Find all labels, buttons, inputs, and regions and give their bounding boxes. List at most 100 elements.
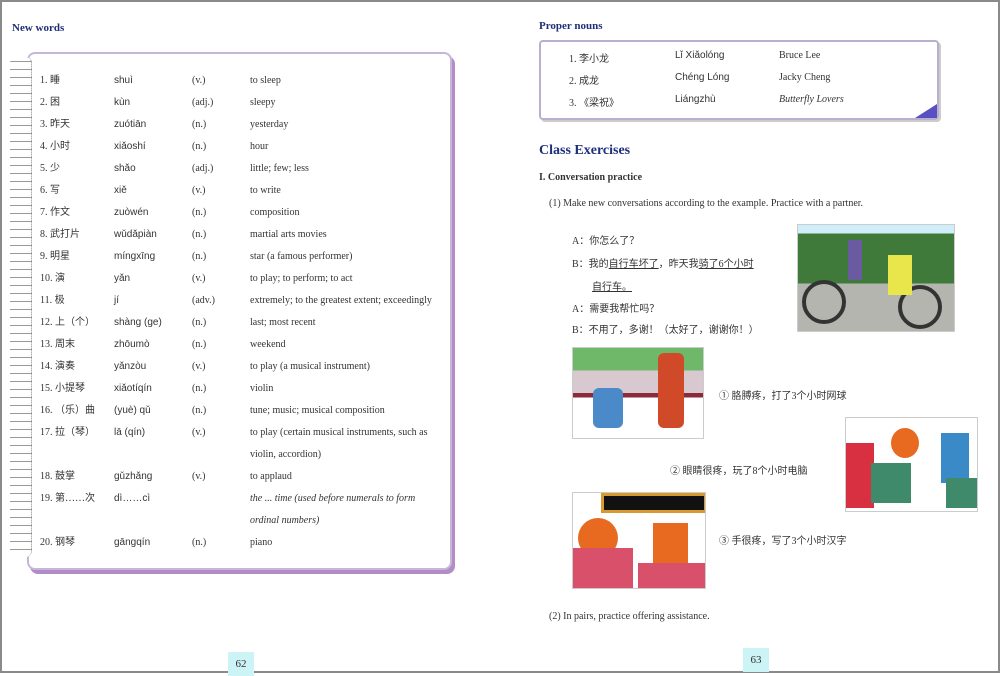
word-hanzi: 6. 写 — [40, 185, 60, 196]
word-hanzi: 14. 演奏 — [40, 361, 75, 372]
word-part-of-speech: (v.) — [192, 273, 206, 284]
proper-noun-hanzi: 1. 李小龙 — [569, 54, 609, 65]
vocabulary-row: 13. 周末 zhōumò (n.) weekend — [40, 334, 440, 356]
word-part-of-speech: (adj.) — [192, 97, 214, 108]
word-hanzi: 16. （乐）曲 — [40, 405, 95, 416]
word-meaning: hour — [250, 141, 269, 152]
word-pinyin: kùn — [114, 97, 131, 108]
word-part-of-speech: (adj.) — [192, 163, 214, 174]
vocabulary-row: 14. 演奏 yǎnzòu (v.) to play (a musical instr… — [40, 356, 440, 378]
vocabulary-row: 2. 困 kùn (adj.) sleepy — [40, 92, 440, 114]
illustration-tennis — [572, 347, 704, 439]
word-meaning: star (a famous performer) — [250, 251, 353, 262]
proper-noun-hanzi: 3. 《梁祝》 — [569, 98, 619, 109]
vocabulary-row: 12. 上（个） shàng (ge) (n.) last; most recent — [40, 312, 440, 334]
word-part-of-speech: (n.) — [192, 229, 207, 240]
word-meaning: extremely; to the greatest extent; excee… — [250, 295, 432, 306]
vocabulary-row: 20. 钢琴 gāngqín (n.) piano — [40, 532, 440, 554]
word-hanzi: 9. 明星 — [40, 251, 70, 262]
prompt-1: ① 胳膊疼，打了3个小时网球 — [719, 391, 847, 402]
word-hanzi: 13. 周末 — [40, 339, 75, 350]
dialogue-line: 自行车。 — [592, 282, 632, 293]
word-pinyin: xiǎotíqín — [114, 383, 152, 394]
word-part-of-speech: (v.) — [192, 75, 206, 86]
word-hanzi: 1. 睡 — [40, 75, 60, 86]
page-number-left: 62 — [228, 652, 254, 676]
vocabulary-row: 5. 少 shǎo (adj.) little; few; less — [40, 158, 440, 180]
word-pinyin: míngxīng — [114, 251, 156, 262]
new-words-heading: New words — [12, 22, 65, 34]
proper-noun-pinyin: Lǐ Xiǎolóng — [675, 50, 725, 61]
word-pinyin: gǔzhǎng — [114, 471, 153, 482]
dialogue-line: B：不用了，多谢！（太好了，谢谢你！） — [572, 325, 759, 336]
word-hanzi: 2. 困 — [40, 97, 60, 108]
illustration-bicycles — [797, 224, 955, 332]
vocabulary-row: 11. 极 jí (adv.) extremely; to the greatest … — [40, 290, 440, 312]
word-hanzi: 4. 小时 — [40, 141, 70, 152]
vocabulary-row: 19. 第……次 dì……cì the ... time (used before … — [40, 488, 440, 526]
word-meaning: tune; music; musical composition — [250, 405, 385, 416]
word-part-of-speech: (n.) — [192, 251, 207, 262]
word-hanzi: 15. 小提琴 — [40, 383, 85, 394]
word-meaning: the ... time (used before numerals to fo… — [250, 493, 416, 526]
word-part-of-speech: (v.) — [192, 427, 206, 438]
word-hanzi: 17. 拉（琴） — [40, 427, 95, 438]
word-meaning: to play; to perform; to act — [250, 273, 353, 284]
vocabulary-row: 1. 睡 shuì (v.) to sleep — [40, 70, 440, 92]
vocabulary-row: 17. 拉（琴） lā (qín) (v.) to play (certain mus… — [40, 422, 440, 460]
word-part-of-speech: (adv.) — [192, 295, 215, 306]
proper-noun-english: Bruce Lee — [779, 50, 821, 61]
class-exercises-heading: Class Exercises — [539, 143, 631, 158]
proper-noun-english: Jacky Cheng — [779, 72, 831, 83]
vocabulary-row: 10. 演 yǎn (v.) to play; to perform; to act — [40, 268, 440, 290]
word-part-of-speech: (v.) — [192, 361, 206, 372]
word-meaning: sleepy — [250, 97, 276, 108]
word-hanzi: 8. 武打片 — [40, 229, 80, 240]
word-meaning: piano — [250, 537, 273, 548]
word-part-of-speech: (n.) — [192, 537, 207, 548]
word-pinyin: gāngqín — [114, 537, 151, 548]
proper-noun-pinyin: Liángzhù — [675, 94, 716, 105]
word-pinyin: yǎnzòu — [114, 361, 147, 372]
vocabulary-row: 6. 写 xiě (v.) to write — [40, 180, 440, 202]
vocabulary-row: 4. 小时 xiǎoshí (n.) hour — [40, 136, 440, 158]
vocabulary-row: 7. 作文 zuòwén (n.) composition — [40, 202, 440, 224]
dialogue-line: B：我的自行车坏了，昨天我骑了6个小时 — [572, 259, 754, 270]
word-hanzi: 10. 演 — [40, 273, 65, 284]
word-meaning: to sleep — [250, 75, 281, 86]
word-pinyin: xiě — [114, 185, 127, 196]
word-meaning: violin — [250, 383, 274, 394]
word-pinyin: shuì — [114, 75, 133, 86]
word-part-of-speech: (n.) — [192, 339, 207, 350]
proper-nouns-heading: Proper nouns — [539, 20, 603, 32]
instruction-2: (2) In pairs, practice offering assistan… — [549, 611, 710, 622]
word-meaning: to play (a musical instrument) — [250, 361, 370, 372]
spiral-binding — [10, 57, 32, 557]
word-part-of-speech: (n.) — [192, 207, 207, 218]
word-meaning: to write — [250, 185, 281, 196]
illustration-computer — [845, 417, 978, 512]
word-hanzi: 7. 作文 — [40, 207, 70, 218]
word-part-of-speech: (n.) — [192, 317, 207, 328]
word-meaning: little; few; less — [250, 163, 309, 174]
proper-nouns-box: 1. 李小龙 Lǐ Xiǎolóng Bruce Lee 2. 成龙 Chéng Lón… — [539, 40, 939, 120]
proper-noun-hanzi: 2. 成龙 — [569, 76, 599, 87]
word-hanzi: 11. 极 — [40, 295, 65, 306]
word-pinyin: zhōumò — [114, 339, 150, 350]
word-part-of-speech: (n.) — [192, 141, 207, 152]
word-pinyin: zuòwén — [114, 207, 149, 218]
proper-noun-pinyin: Chéng Lóng — [675, 72, 730, 83]
prompt-2: ② 眼睛很疼，玩了8个小时电脑 — [670, 466, 808, 477]
word-hanzi: 3. 昨天 — [40, 119, 70, 130]
word-hanzi: 20. 钢琴 — [40, 537, 75, 548]
instruction-1: (1) Make new conversations according to … — [549, 198, 864, 209]
word-hanzi: 19. 第……次 — [40, 493, 95, 504]
dialogue-line: A：需要我帮忙吗？ — [572, 304, 660, 315]
word-pinyin: lā (qín) — [114, 427, 146, 438]
vocabulary-row: 18. 鼓掌 gǔzhǎng (v.) to applaud — [40, 466, 440, 488]
vocabulary-row: 8. 武打片 wǔdǎpiàn (n.) martial arts movies — [40, 224, 440, 246]
word-pinyin: (yuè) qǔ — [114, 405, 151, 416]
word-meaning: composition — [250, 207, 300, 218]
word-meaning: to play (certain musical instruments, su… — [250, 427, 428, 460]
dialogue-line: A：你怎么了？ — [572, 236, 640, 247]
